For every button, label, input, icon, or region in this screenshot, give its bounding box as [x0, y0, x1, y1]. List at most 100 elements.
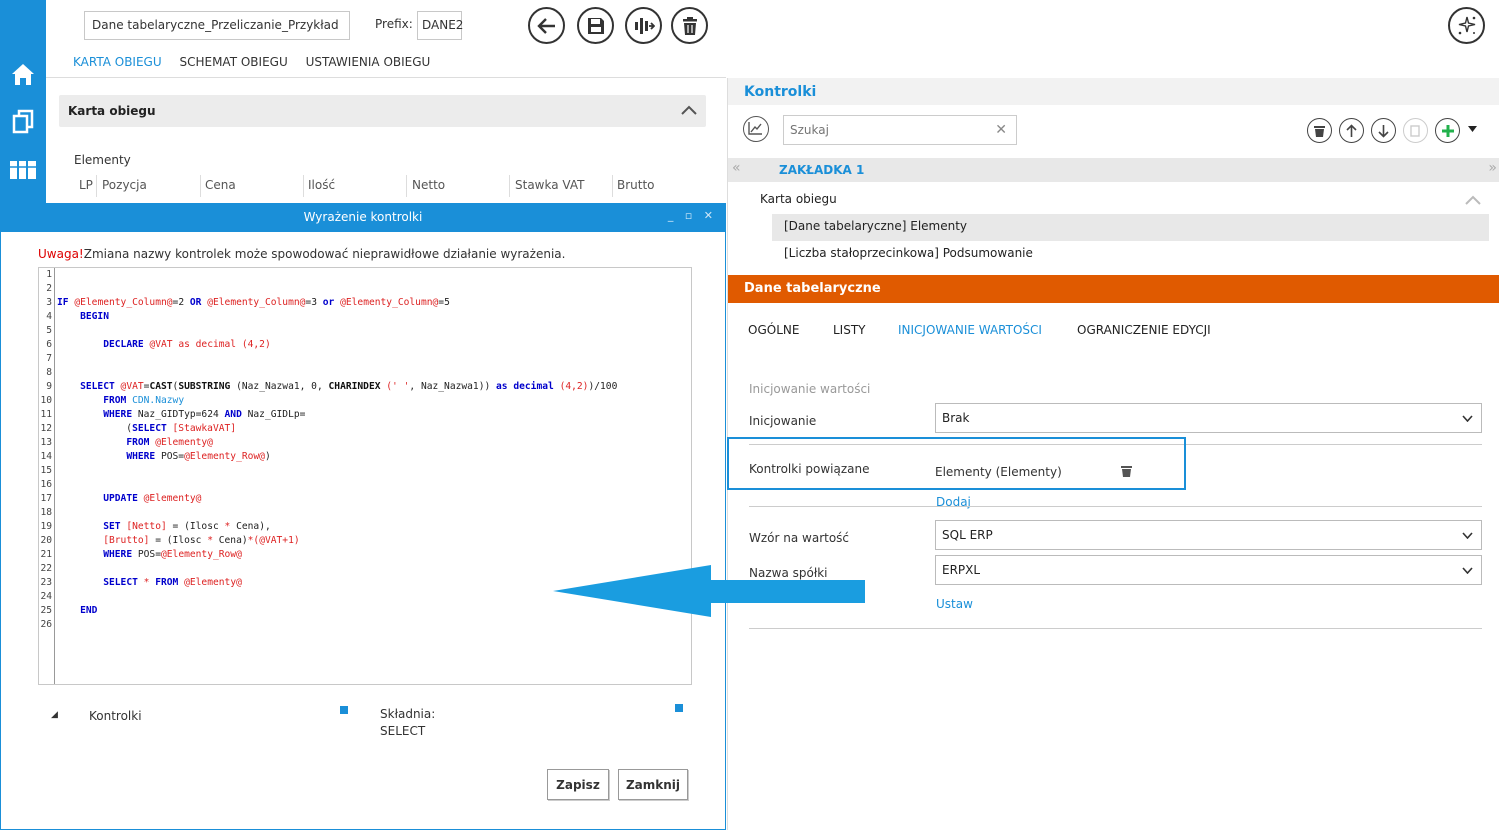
- properties-header: Dane tabelaryczne: [728, 275, 1499, 303]
- code-line: 14 WHERE POS=@Elementy_Row@): [40, 451, 271, 462]
- set-link[interactable]: Ustaw: [936, 597, 973, 611]
- column-header[interactable]: Cena: [205, 178, 236, 192]
- tab-listy[interactable]: LISTY: [833, 323, 866, 337]
- wand-icon: [1458, 16, 1475, 34]
- trash-icon: [682, 16, 697, 35]
- code-line: 13 FROM @Elementy@: [40, 437, 213, 448]
- wand-button[interactable]: [1448, 7, 1485, 44]
- tree-item[interactable]: [Liczba stałoprzecinkowa] Podsumowanie: [784, 246, 1033, 260]
- copy-icon[interactable]: [9, 107, 37, 135]
- delete-button[interactable]: [671, 7, 708, 44]
- code-editor[interactable]: 1 2 3 IF @Elementy_Column@=2 OR @Elementy…: [38, 267, 692, 685]
- related-value: Elementy (Elementy): [935, 465, 1062, 479]
- move-up-button[interactable]: [1339, 118, 1364, 143]
- code-line: 8: [46, 367, 52, 378]
- scroll-right-icon[interactable]: »: [1488, 160, 1497, 176]
- resize-handle[interactable]: [340, 706, 348, 714]
- prefix-label: Prefix:: [375, 17, 413, 31]
- code-line: 6 DECLARE @VAT as decimal (4,2): [46, 339, 271, 350]
- tab-ogolne[interactable]: OGÓLNE: [748, 323, 799, 337]
- tab-schemat-obiegu[interactable]: SCHEMAT OBIEGU: [179, 55, 287, 69]
- divider: [46, 77, 726, 78]
- formula-select[interactable]: SQL ERP: [935, 520, 1482, 550]
- init-label: Inicjowanie: [749, 414, 817, 428]
- grid-icon[interactable]: [9, 156, 37, 184]
- column-separator: [96, 175, 97, 197]
- warning-prefix: Uwaga!: [38, 247, 84, 261]
- save-button[interactable]: [577, 7, 614, 44]
- code-line: 3 IF @Elementy_Column@=2 OR @Elementy_Col…: [46, 297, 450, 308]
- window-controls[interactable]: _ ▫ ✕: [668, 209, 717, 222]
- save-icon: [587, 17, 604, 34]
- caret-down-icon[interactable]: [1468, 126, 1477, 133]
- tab-strip: « ZAKŁADKA 1 »: [728, 158, 1499, 182]
- section-title: Karta obiegu: [68, 104, 156, 118]
- trash-icon[interactable]: [1121, 465, 1132, 477]
- chart-button[interactable]: [743, 116, 769, 142]
- prefix-input[interactable]: DANE2: [417, 11, 463, 40]
- chevron-down-icon: [1462, 532, 1473, 539]
- code-line: 15: [40, 465, 52, 476]
- code-line: 9 SELECT @VAT=CAST(SUBSTRING (Naz_Nazwa1…: [46, 381, 618, 392]
- column-separator: [200, 175, 201, 197]
- resize-handle[interactable]: [675, 704, 683, 712]
- controls-header: [728, 78, 1499, 105]
- column-header[interactable]: Pozycja: [102, 178, 147, 192]
- clear-icon[interactable]: ✕: [995, 122, 1007, 138]
- code-line: 26: [40, 619, 52, 630]
- code-line: 18: [40, 507, 52, 518]
- tab-karta-obiegu[interactable]: KARTA OBIEGU: [73, 55, 162, 69]
- related-label: Kontrolki powiązane: [749, 462, 870, 476]
- copy-control-button[interactable]: [1403, 118, 1428, 143]
- code-line: 19 SET [Netto] = (Ilosc * Cena),: [40, 521, 271, 532]
- column-header[interactable]: Ilość: [308, 178, 335, 192]
- karta-obiegu-section[interactable]: Karta obiegu: [59, 95, 706, 127]
- tab-ustawienia-obiegu[interactable]: USTAWIENIA OBIEGU: [306, 55, 431, 69]
- code-line: 5: [46, 325, 52, 336]
- code-line: 7: [46, 353, 52, 364]
- properties-title: Dane tabelaryczne: [744, 281, 881, 296]
- tab-zakladka-1[interactable]: ZAKŁADKA 1: [779, 163, 864, 177]
- save-button[interactable]: Zapisz: [547, 769, 609, 800]
- search-input[interactable]: [790, 123, 980, 137]
- add-control-button[interactable]: [1435, 118, 1460, 143]
- back-button[interactable]: [528, 7, 565, 44]
- close-button[interactable]: Zamknij: [618, 769, 688, 800]
- chart-icon: [748, 122, 762, 135]
- workflow-name-input[interactable]: Dane tabelaryczne_Przeliczanie_Przykład: [84, 11, 350, 40]
- controls-tree-label[interactable]: Kontrolki: [89, 709, 142, 723]
- syntax-label: Składnia:: [380, 707, 436, 721]
- scroll-left-icon[interactable]: «: [732, 160, 741, 176]
- init-select[interactable]: Brak: [935, 403, 1482, 433]
- column-header[interactable]: LP: [79, 178, 93, 192]
- tree-item[interactable]: [Dane tabelaryczne] Elementy: [784, 219, 967, 233]
- flow-icon: [634, 17, 655, 34]
- chevron-down-icon: [1462, 415, 1473, 422]
- tab-ograniczenie-edycji[interactable]: OGRANICZENIE EDYCJI: [1077, 323, 1211, 337]
- divider: [749, 628, 1482, 629]
- move-down-button[interactable]: [1371, 118, 1396, 143]
- add-icon: [1441, 124, 1454, 137]
- column-separator: [509, 175, 510, 197]
- column-separator: [406, 175, 407, 197]
- dialog-titlebar[interactable]: Wyrażenie kontrolki _ ▫ ✕: [1, 204, 725, 232]
- chevron-up-icon[interactable]: [681, 105, 697, 115]
- chevron-up-icon[interactable]: [1465, 195, 1481, 205]
- delete-control-button[interactable]: [1307, 118, 1332, 143]
- company-select[interactable]: ERPXL: [935, 555, 1482, 585]
- group-label: Inicjowanie wartości: [749, 382, 871, 396]
- warning-message: Uwaga!Zmiana nazwy kontrolek może spowod…: [38, 247, 565, 261]
- syntax-value: SELECT: [380, 724, 426, 738]
- code-line: 2: [46, 283, 52, 294]
- code-line: 10 FROM CDN.Nazwy: [40, 395, 185, 406]
- flow-button[interactable]: [625, 7, 662, 44]
- tab-inicjowanie[interactable]: INICJOWANIE WARTOŚCI: [898, 323, 1042, 337]
- column-header[interactable]: Stawka VAT: [515, 178, 584, 192]
- expand-icon[interactable]: ◢: [51, 710, 58, 720]
- search-field[interactable]: ✕: [783, 115, 1017, 145]
- column-header[interactable]: Netto: [412, 178, 445, 192]
- formula-label: Wzór na wartość: [749, 531, 850, 545]
- column-header[interactable]: Brutto: [617, 178, 655, 192]
- home-icon[interactable]: [9, 60, 37, 88]
- tree-root[interactable]: Karta obiegu: [760, 192, 837, 206]
